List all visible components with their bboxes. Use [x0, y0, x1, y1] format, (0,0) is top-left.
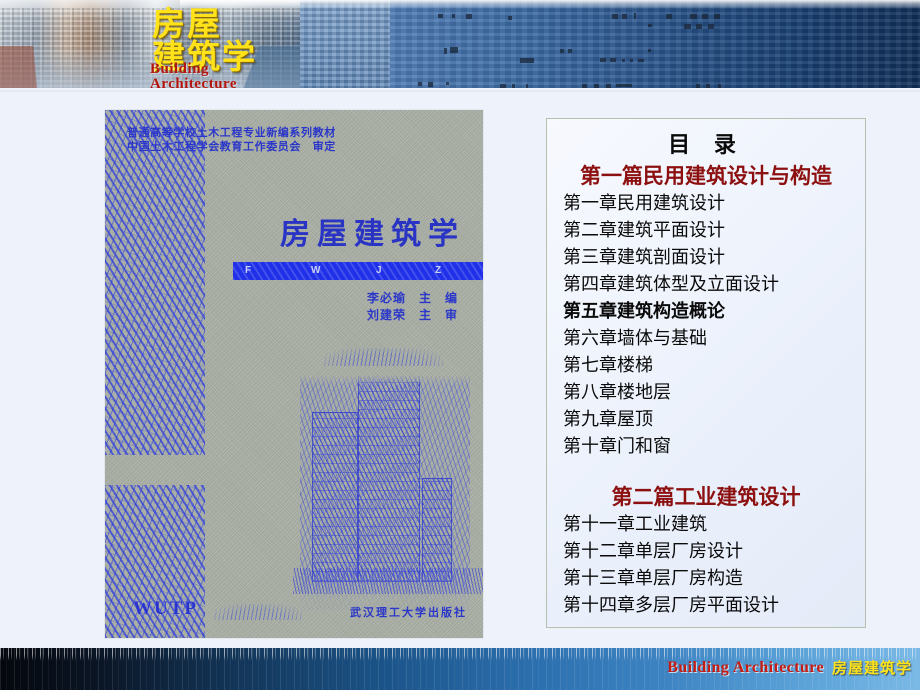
cover-left-hatch-panel-top — [105, 110, 205, 455]
toc-chapter-item[interactable]: 第十三章单层厂房构造 — [561, 565, 851, 592]
footer-title-cn: 房屋建筑学 — [831, 659, 912, 677]
toc-part2-heading: 第二篇工业建筑设计 — [611, 484, 801, 509]
toc-chapter-item[interactable]: 第四章建筑体型及立面设计 — [561, 271, 851, 298]
toc-chapter-item-current[interactable]: 第五章建筑构造概论 — [561, 298, 851, 325]
facade-window-dots — [390, 0, 920, 92]
cover-publisher-name: 武汉理工大学出版社 — [350, 606, 467, 619]
header-top-highlight — [180, 0, 920, 9]
toc-part1-chapter-list: 第一章民用建筑设计 第二章建筑平面设计 第三章建筑剖面设计 第四章建筑体型及立面… — [561, 190, 851, 460]
toc-chapter-item[interactable]: 第九章屋顶 — [561, 406, 851, 433]
toc-part2-chapter-list: 第十一章工业建筑 第十二章单层厂房设计 第十三章单层厂房构造 第十四章多层厂房平… — [561, 511, 851, 619]
toc-chapter-item[interactable]: 第八章楼地层 — [561, 379, 851, 406]
cover-band-letter-f: F — [245, 265, 253, 276]
building-facade-photo — [300, 0, 390, 92]
toc-title: 目 录 — [668, 133, 744, 158]
cover-band-letter-w: W — [311, 265, 322, 276]
cover-publisher-logo: WUTP — [133, 598, 198, 619]
cover-tower-center — [358, 364, 420, 582]
toc-part1-heading: 第一篇民用建筑设计与构造 — [580, 163, 832, 188]
slide-body: 普通高等学校土木工程专业新编系列教材 中国土木工程学会教育工作委员会 审定 房屋… — [0, 92, 920, 648]
toc-chapter-item[interactable]: 第十章门和窗 — [561, 433, 851, 460]
cover-tower-left — [312, 412, 358, 582]
cover-editor-credit: 李必瑜 主 编 — [367, 291, 459, 305]
toc-chapter-item[interactable]: 第三章建筑剖面设计 — [561, 244, 851, 271]
toc-chapter-item[interactable]: 第二章建筑平面设计 — [561, 217, 851, 244]
cover-main-title: 房屋建筑学 — [280, 217, 465, 252]
cover-band-letter-z: Z — [435, 265, 443, 276]
cover-sketch-hill-bottom — [213, 604, 303, 620]
toc-chapter-item[interactable]: 第一章民用建筑设计 — [561, 190, 851, 217]
toc-chapter-item[interactable]: 第十一章工业建筑 — [561, 511, 851, 538]
toc-chapter-item[interactable]: 第十四章多层厂房平面设计 — [561, 592, 851, 619]
cover-series-line-1: 普通高等学校土木工程专业新编系列教材 — [127, 126, 336, 139]
cover-blue-band: F W J Z — [233, 262, 483, 280]
table-of-contents-panel: 目 录 第一篇民用建筑设计与构造 第一章民用建筑设计 第二章建筑平面设计 第三章… — [546, 118, 866, 628]
toc-chapter-item[interactable]: 第七章楼梯 — [561, 352, 851, 379]
cover-tower-right — [422, 478, 452, 582]
cover-series-line-2: 中国土木工程学会教育工作委员会 审定 — [127, 140, 336, 153]
toc-chapter-item[interactable]: 第六章墙体与基础 — [561, 325, 851, 352]
slide-header-banner: 房屋 建筑学 Building Architecture — [0, 0, 920, 92]
cover-reviewer-credit: 刘建荣 主 审 — [367, 308, 459, 322]
book-cover-image: 普通高等学校土木工程专业新编系列教材 中国土木工程学会教育工作委员会 审定 房屋… — [105, 110, 483, 638]
footer-title-en: Building Architecture — [667, 659, 824, 676]
toc-chapter-item[interactable]: 第十二章单层厂房设计 — [561, 538, 851, 565]
cover-sketch-ground — [293, 568, 483, 594]
cover-band-letter-j: J — [376, 265, 383, 276]
slide-footer-banner: Building Architecture 房屋建筑学 — [0, 648, 920, 690]
